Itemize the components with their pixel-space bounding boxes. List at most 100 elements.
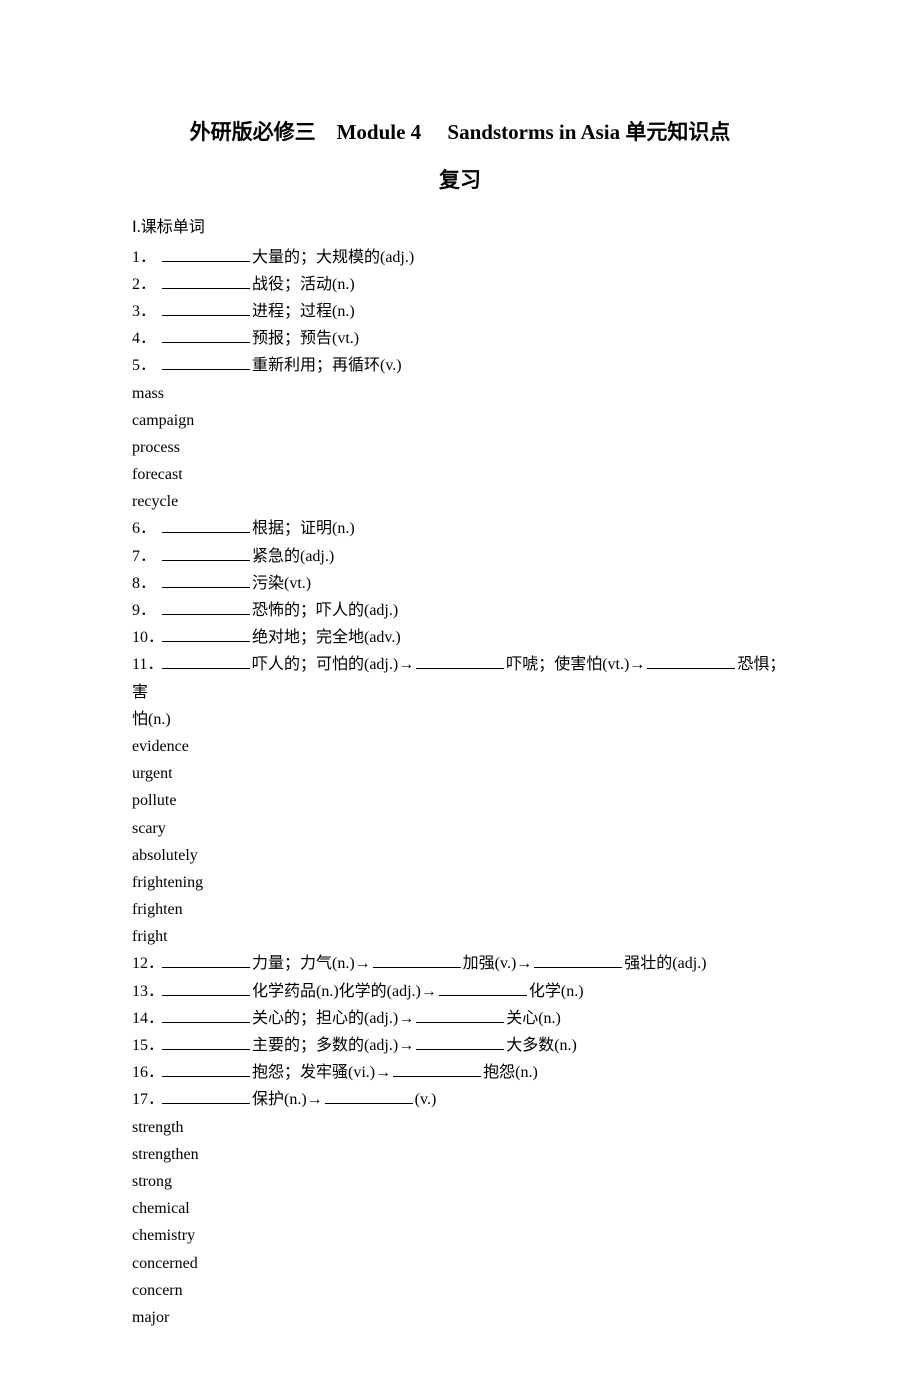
fill-blank[interactable] [162,272,250,289]
question-number: 11． [132,651,160,678]
fill-blank[interactable] [162,245,250,262]
question-16: 16． 抱怨；发牢骚(vi.)→ 抱怨(n.) [132,1059,788,1086]
fill-blank[interactable] [162,1033,250,1050]
question-number: 2． [132,271,160,298]
question-number: 1． [132,244,160,271]
answer-13b: chemistry [132,1222,788,1249]
fill-blank[interactable] [162,353,250,370]
fill-blank[interactable] [162,299,250,316]
question-17: 17．保护(n.)→(v.) [132,1086,788,1113]
fill-blank[interactable] [416,652,504,669]
fill-blank[interactable] [647,652,735,669]
question-1: 1． 大量的；大规模的(adj.) [132,244,788,271]
question-8: 8． 污染(vt.) [132,570,788,597]
question-7: 7． 紧急的(adj.) [132,543,788,570]
page-title-line1: 外研版必修三 Module 4 Sandstorms in Asia 单元知识点 [132,115,788,151]
question-text-part1: 抱怨；发牢骚(vi.)→ [252,1064,391,1081]
fill-blank[interactable] [162,544,250,561]
answer-9: scary [132,815,788,842]
answer-3: process [132,434,788,461]
fill-blank[interactable] [162,951,250,968]
question-text-part2: 加强(v.)→ [463,955,533,972]
question-text: 紧急的(adj.) [252,548,334,565]
answer-5: recycle [132,488,788,515]
question-text-part2: 化学(n.) [529,983,584,1000]
question-number: 14． [132,1005,160,1032]
question-number: 17． [132,1086,160,1113]
fill-blank[interactable] [325,1087,413,1104]
question-text: 绝对地；完全地(adv.) [252,629,401,646]
fill-blank[interactable] [393,1060,481,1077]
fill-blank[interactable] [162,1060,250,1077]
question-4: 4． 预报；预告(vt.) [132,325,788,352]
answer-1: mass [132,380,788,407]
question-text: 恐怖的；吓人的(adj.) [252,602,398,619]
question-text-part2: 吓唬；使害怕(vt.)→ [506,656,645,673]
fill-blank[interactable] [416,1033,504,1050]
question-15: 15．主要的；多数的(adj.)→大多数(n.) [132,1032,788,1059]
question-text-part1: 力量；力气(n.)→ [252,955,371,972]
question-text-part1: 吓人的；可怕的(adj.)→ [252,656,414,673]
question-text: 重新利用；再循环(v.) [252,357,402,374]
question-number: 16． [132,1059,160,1086]
question-number: 13． [132,978,160,1005]
fill-blank[interactable] [162,1087,250,1104]
answer-6: evidence [132,733,788,760]
question-2: 2． 战役；活动(n.) [132,271,788,298]
question-text-part2: 大多数(n.) [506,1037,577,1054]
question-text: 大量的；大规模的(adj.) [252,249,414,266]
fill-blank[interactable] [162,625,250,642]
fill-blank[interactable] [162,598,250,615]
answer-11a: frightening [132,869,788,896]
question-text-part1: 化学药品(n.)化学的(adj.)→ [252,983,437,1000]
question-number: 7． [132,543,160,570]
answer-8: pollute [132,787,788,814]
question-5: 5． 重新利用；再循环(v.) [132,352,788,379]
question-12: 12． 力量；力气(n.)→ 加强(v.)→ 强壮的(adj.) [132,950,788,977]
question-text-part2: 关心(n.) [506,1010,561,1027]
document-page: 外研版必修三 Module 4 Sandstorms in Asia 单元知识点… [0,0,920,1391]
fill-blank[interactable] [439,979,527,996]
question-text: 根据；证明(n.) [252,520,355,537]
question-text-part3: 强壮的(adj.) [624,955,706,972]
question-text-part2: 抱怨(n.) [483,1064,538,1081]
question-11: 11．吓人的；可怕的(adj.)→吓唬；使害怕(vt.)→恐惧；害 [132,651,788,705]
fill-blank[interactable] [162,516,250,533]
question-text: 预报；预告(vt.) [252,330,359,347]
question-10: 10． 绝对地；完全地(adv.) [132,624,788,651]
answer-12c: strong [132,1168,788,1195]
question-number: 15． [132,1032,160,1059]
question-number: 8． [132,570,160,597]
question-number: 6． [132,515,160,542]
answer-12a: strength [132,1114,788,1141]
question-number: 5． [132,352,160,379]
fill-blank[interactable] [162,652,250,669]
fill-blank[interactable] [162,979,250,996]
question-number: 10． [132,624,160,651]
question-text: 污染(vt.) [252,575,311,592]
question-text-part1: 关心的；担心的(adj.)→ [252,1010,414,1027]
answer-11c: fright [132,923,788,950]
fill-blank[interactable] [162,1006,250,1023]
answer-4: forecast [132,461,788,488]
question-3: 3． 进程；过程(n.) [132,298,788,325]
question-text: 战役；活动(n.) [252,276,355,293]
answer-14b: concern [132,1277,788,1304]
fill-blank[interactable] [534,951,622,968]
question-number: 12． [132,950,160,977]
fill-blank[interactable] [416,1006,504,1023]
question-number: 4． [132,325,160,352]
question-number: 3． [132,298,160,325]
section-1-label: Ⅰ.课标单词 [132,214,788,241]
answer-14a: concerned [132,1250,788,1277]
answer-12b: strengthen [132,1141,788,1168]
question-6: 6． 根据；证明(n.) [132,515,788,542]
fill-blank[interactable] [162,571,250,588]
fill-blank[interactable] [373,951,461,968]
answer-15a: major [132,1304,788,1331]
question-text: 进程；过程(n.) [252,303,355,320]
answer-2: campaign [132,407,788,434]
answer-13a: chemical [132,1195,788,1222]
question-11-cont: 怕(n.) [132,706,788,733]
fill-blank[interactable] [162,326,250,343]
